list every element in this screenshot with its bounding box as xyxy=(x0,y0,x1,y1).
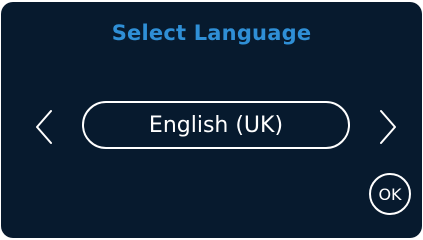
page-title: Select Language xyxy=(111,21,312,45)
next-language-button[interactable] xyxy=(373,107,401,147)
ok-label: OK xyxy=(378,184,402,204)
ok-button[interactable]: OK xyxy=(369,173,411,215)
language-selector[interactable]: English (UK) xyxy=(82,101,350,149)
language-select-screen: Select Language English (UK) OK xyxy=(1,2,422,238)
previous-language-button[interactable] xyxy=(31,107,59,147)
chevron-right-icon xyxy=(380,110,396,144)
chevron-left-icon xyxy=(36,110,52,144)
language-value: English (UK) xyxy=(148,112,284,138)
